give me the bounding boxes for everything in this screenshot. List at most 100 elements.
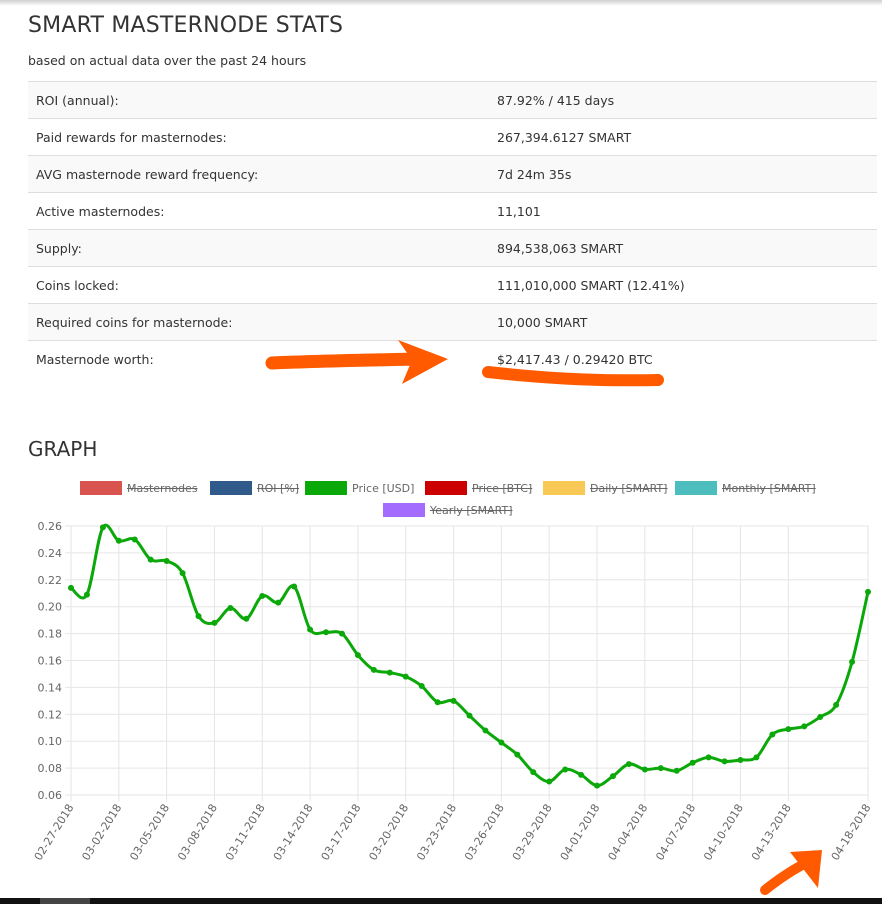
row-value: 267,394.6127 SMART bbox=[489, 118, 877, 156]
data-point bbox=[482, 727, 489, 734]
graph-title: GRAPH bbox=[28, 437, 98, 461]
y-tick-label: 0.14 bbox=[38, 681, 63, 694]
data-point bbox=[737, 757, 744, 764]
row-value: 11,101 bbox=[489, 192, 877, 230]
data-point bbox=[163, 557, 170, 564]
price-usd-points bbox=[68, 524, 871, 789]
table-row: Active masternodes: 11,101 bbox=[28, 192, 877, 230]
row-value: 894,538,063 SMART bbox=[489, 229, 877, 267]
data-point bbox=[99, 524, 106, 531]
y-tick-label: 0.12 bbox=[38, 708, 63, 721]
data-point bbox=[753, 754, 760, 761]
data-point bbox=[530, 769, 537, 776]
y-tick-label: 0.18 bbox=[38, 628, 63, 641]
row-label: Paid rewards for masternodes: bbox=[28, 118, 489, 156]
x-tick-label: 03-29-2018 bbox=[510, 802, 555, 863]
y-tick-label: 0.20 bbox=[38, 601, 63, 614]
x-tick-label: 03-17-2018 bbox=[319, 802, 364, 863]
row-value: 87.92% / 415 days bbox=[489, 81, 877, 119]
row-value: 111,010,000 SMART (12.41%) bbox=[489, 266, 877, 304]
data-point bbox=[434, 699, 441, 706]
page-title: SMART MASTERNODE STATS bbox=[28, 13, 344, 38]
row-label: Active masternodes: bbox=[28, 192, 489, 230]
data-point bbox=[115, 537, 122, 544]
table-row: Masternode worth: $2,417.43 / 0.29420 BT… bbox=[28, 340, 877, 377]
data-point bbox=[195, 613, 202, 620]
data-point bbox=[657, 765, 664, 772]
data-point bbox=[625, 761, 632, 768]
row-label: Supply: bbox=[28, 229, 489, 267]
data-point bbox=[594, 782, 601, 789]
x-tick-label: 04-01-2018 bbox=[558, 802, 603, 863]
data-point bbox=[849, 658, 856, 665]
y-tick-label: 0.08 bbox=[38, 762, 63, 775]
legend-swatch bbox=[425, 481, 467, 495]
data-point bbox=[514, 751, 521, 758]
legend-swatch bbox=[675, 481, 717, 495]
data-point bbox=[259, 592, 266, 599]
data-point bbox=[721, 758, 728, 765]
legend-item-monthly-smart[interactable]: Monthly [SMART] bbox=[675, 480, 816, 496]
x-tick-label: 04-04-2018 bbox=[605, 802, 650, 863]
table-row: ROI (annual): 87.92% / 415 days bbox=[28, 81, 877, 119]
x-tick-label: 03-08-2018 bbox=[175, 802, 220, 863]
data-point bbox=[291, 583, 298, 590]
x-tick-label: 03-23-2018 bbox=[414, 802, 459, 863]
table-row: Supply: 894,538,063 SMART bbox=[28, 229, 877, 267]
stats-table: ROI (annual): 87.92% / 415 days Paid rew… bbox=[28, 81, 877, 377]
legend-swatch bbox=[80, 481, 122, 495]
data-point bbox=[498, 739, 505, 746]
legend-label: Price [BTC] bbox=[472, 481, 533, 495]
row-label: ROI (annual): bbox=[28, 81, 489, 119]
row-value: 10,000 SMART bbox=[489, 303, 877, 341]
data-point bbox=[211, 619, 218, 626]
legend-item-price-btc[interactable]: Price [BTC] bbox=[425, 480, 532, 496]
data-point bbox=[243, 615, 250, 622]
data-point bbox=[354, 652, 361, 659]
data-point bbox=[466, 712, 473, 719]
x-tick-label: 04-18-2018 bbox=[829, 802, 874, 863]
y-tick-label: 0.06 bbox=[38, 789, 63, 802]
data-point bbox=[769, 731, 776, 738]
data-point bbox=[609, 773, 616, 780]
data-point bbox=[227, 605, 234, 612]
bottom-tab bbox=[40, 898, 90, 904]
x-tick-label: 03-02-2018 bbox=[79, 802, 124, 863]
price-line-chart: 0.26 0.24 0.22 0.20 0.18 0.16 0.14 0.12 0.10 0.08… bbox=[32, 520, 874, 863]
row-label: Required coins for masternode: bbox=[28, 303, 489, 341]
legend-item-price-usd[interactable]: Price [USD] bbox=[305, 480, 414, 496]
row-value: $2,417.43 / 0.29420 BTC bbox=[489, 340, 877, 377]
data-point bbox=[785, 726, 792, 733]
legend-item-daily-smart[interactable]: Daily [SMART] bbox=[543, 480, 667, 496]
data-point bbox=[370, 666, 377, 673]
data-point bbox=[801, 723, 808, 730]
y-tick-label: 0.24 bbox=[38, 547, 63, 560]
bottom-bar bbox=[0, 898, 882, 904]
data-point bbox=[338, 630, 345, 637]
x-tick-label: 03-14-2018 bbox=[271, 802, 316, 863]
page-subtitle: based on actual data over the past 24 ho… bbox=[28, 53, 307, 68]
y-tick-label: 0.22 bbox=[38, 574, 63, 587]
data-point bbox=[450, 697, 457, 704]
data-point bbox=[817, 713, 824, 720]
data-point bbox=[865, 588, 871, 595]
data-point bbox=[83, 591, 90, 598]
data-point bbox=[673, 767, 680, 774]
data-point bbox=[689, 759, 696, 766]
x-tick-label: 04-07-2018 bbox=[653, 802, 698, 863]
data-point bbox=[402, 673, 409, 680]
data-point bbox=[578, 771, 585, 778]
data-point bbox=[307, 626, 314, 633]
data-point bbox=[179, 570, 186, 577]
table-row: Paid rewards for masternodes: 267,394.61… bbox=[28, 118, 877, 156]
x-tick-label: 04-10-2018 bbox=[701, 802, 746, 863]
y-tick-label: 0.10 bbox=[38, 735, 63, 748]
legend-item-masternodes[interactable]: Masternodes bbox=[80, 480, 198, 496]
legend-item-roi[interactable]: ROI [%] bbox=[210, 480, 299, 496]
data-point bbox=[68, 584, 74, 591]
legend-swatch bbox=[543, 481, 585, 495]
data-point bbox=[131, 536, 138, 543]
data-point bbox=[546, 778, 553, 785]
legend-label: Price [USD] bbox=[352, 481, 415, 495]
data-point bbox=[641, 766, 648, 773]
